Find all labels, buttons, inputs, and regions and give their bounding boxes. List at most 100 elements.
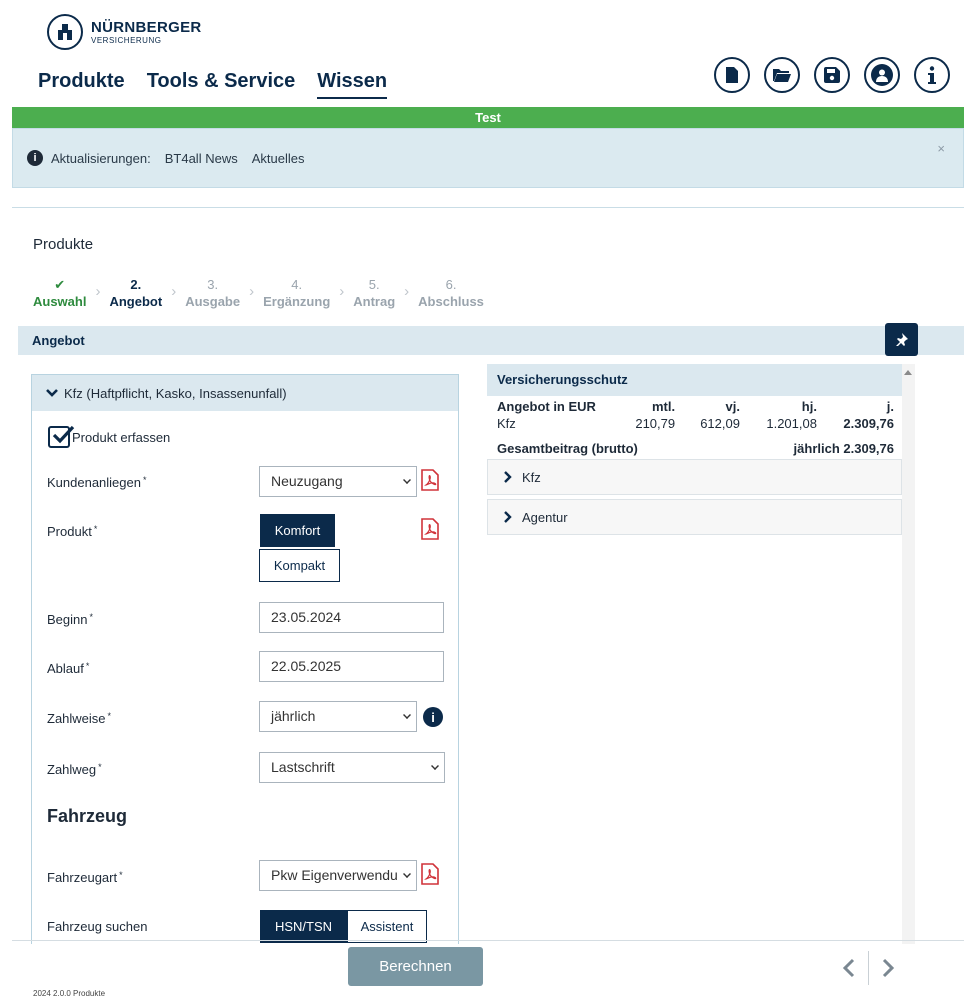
coverage-title: Versicherungsschutz xyxy=(487,364,902,396)
pdf-icon[interactable] xyxy=(421,518,439,540)
close-icon[interactable]: × xyxy=(937,141,945,156)
produkt-option-komfort[interactable]: Komfort xyxy=(260,514,335,547)
step-label: Ergänzung xyxy=(263,294,331,309)
label-ablauf: Ablauf * xyxy=(47,661,90,676)
chevron-down-icon xyxy=(431,762,439,770)
chevron-down-icon xyxy=(403,870,411,878)
step-number: 3. xyxy=(207,277,219,292)
fahrzeugart-select[interactable]: Pkw Eigenverwendu xyxy=(259,860,417,891)
produkt-option-kompakt[interactable]: Kompakt xyxy=(259,549,340,582)
zahlweise-value: jährlich xyxy=(271,708,316,724)
chevron-right-icon xyxy=(504,471,512,483)
chevron-right-icon: › xyxy=(95,283,101,300)
chevron-right-icon[interactable] xyxy=(881,958,895,978)
label-beginn: Beginn * xyxy=(47,612,93,627)
chevron-right-icon: › xyxy=(404,283,410,300)
product-panel-title: Kfz (Haftpflicht, Kasko, Insassenunfall) xyxy=(64,385,287,401)
checkbox-label: Produkt erfassen xyxy=(72,429,171,445)
chevron-right-icon: › xyxy=(339,283,345,300)
fahrzeug-suchen-assistent[interactable]: Assistent xyxy=(347,910,427,943)
step-antrag[interactable]: 5. Antrag xyxy=(353,276,395,310)
label-fahrzeugart: Fahrzeugart * xyxy=(47,870,123,885)
pin-button[interactable] xyxy=(885,323,918,356)
berechnen-button[interactable]: Berechnen xyxy=(348,947,483,986)
produkt-erfassen-checkbox[interactable]: Produkt erfassen xyxy=(48,425,171,448)
coverage-panel: Versicherungsschutz Angebot in EUR mtl. … xyxy=(487,364,902,535)
step-number: 4. xyxy=(291,277,303,292)
updates-info-bar: i Aktualisierungen: BT4all News Aktuelle… xyxy=(12,128,964,188)
toolbar-icons xyxy=(714,57,950,93)
pdf-icon[interactable] xyxy=(421,469,439,491)
footer-divider xyxy=(12,940,964,941)
step-ergaenzung[interactable]: 4. Ergänzung xyxy=(263,276,330,310)
nav-item-produkte[interactable]: Produkte xyxy=(38,70,125,99)
step-label: Angebot xyxy=(109,294,163,309)
brand-logo[interactable]: NÜRNBERGER VERSICHERUNG xyxy=(47,14,202,50)
pager-divider xyxy=(868,951,869,985)
chevron-down-icon xyxy=(403,711,411,719)
label-kundenanliegen: Kundenanliegen * xyxy=(47,475,147,490)
table-row: Kfz 210,79 612,09 1.201,08 2.309,76 xyxy=(487,415,902,431)
col-header: mtl. xyxy=(651,398,676,414)
save-icon[interactable] xyxy=(814,57,850,93)
step-label: Abschluss xyxy=(418,294,484,309)
col-header: hj. xyxy=(801,398,817,414)
pager xyxy=(842,951,895,985)
chevron-right-icon: › xyxy=(249,283,255,300)
step-ausgabe[interactable]: 3. Ausgabe xyxy=(185,276,240,310)
divider xyxy=(12,207,964,208)
section-header-angebot: Angebot xyxy=(18,323,964,356)
chevron-right-icon: › xyxy=(171,283,177,300)
new-file-icon[interactable] xyxy=(714,57,750,93)
user-icon[interactable] xyxy=(864,57,900,93)
chevron-down-icon xyxy=(46,388,58,397)
step-number: 6. xyxy=(445,277,457,292)
beginn-date-input[interactable]: 23.05.2024 xyxy=(259,602,444,633)
table-cell: Kfz xyxy=(497,415,516,431)
fahrzeug-suchen-hsn-tsn[interactable]: HSN/TSN xyxy=(260,910,347,943)
step-auswahl[interactable]: ✔ Auswahl xyxy=(33,276,86,310)
fahrzeug-heading: Fahrzeug xyxy=(47,806,128,826)
step-label: Antrag xyxy=(353,294,396,309)
label-produkt: Produkt * xyxy=(47,524,98,539)
table-cell: 1.201,08 xyxy=(766,415,817,431)
kundenanliegen-value: Neuzugang xyxy=(271,473,343,489)
page-title: Produkte xyxy=(33,236,94,253)
link-bt4all-news[interactable]: BT4all News xyxy=(165,151,238,166)
pdf-icon[interactable] xyxy=(421,863,439,885)
accordion-agentur[interactable]: Agentur xyxy=(487,499,902,535)
ablauf-date-input[interactable]: 22.05.2025 xyxy=(259,651,444,682)
nav-item-wissen[interactable]: Wissen xyxy=(317,70,388,99)
test-environment-banner: Test xyxy=(12,107,964,128)
info-circle-icon[interactable]: i xyxy=(423,707,443,727)
link-aktuelles[interactable]: Aktuelles xyxy=(252,151,305,166)
zahlweg-select[interactable]: Lastschrift xyxy=(259,752,445,783)
step-label: Ausgabe xyxy=(185,294,241,309)
info-icon[interactable] xyxy=(914,57,950,93)
pin-icon xyxy=(896,333,908,346)
accordion-label: Kfz xyxy=(522,469,541,485)
chevron-right-icon xyxy=(504,511,512,523)
scroll-up-arrow-icon[interactable] xyxy=(904,370,912,375)
product-panel-header[interactable]: Kfz (Haftpflicht, Kasko, Insassenunfall) xyxy=(32,375,458,411)
chevron-left-icon[interactable] xyxy=(842,958,856,978)
table-cell: 2.309,76 xyxy=(843,415,894,431)
accordion-kfz[interactable]: Kfz xyxy=(487,459,902,495)
checkbox-checked-icon xyxy=(48,425,75,448)
step-abschluss[interactable]: 6. Abschluss xyxy=(418,276,484,310)
brand-logo-icon xyxy=(47,14,83,50)
step-number: 5. xyxy=(368,277,380,292)
scrollbar[interactable] xyxy=(902,364,915,944)
section-title: Angebot xyxy=(32,333,85,348)
version-label: 2024 2.0.0 Produkte xyxy=(33,989,106,998)
zahlweise-select[interactable]: jährlich xyxy=(259,701,417,732)
zahlweg-value: Lastschrift xyxy=(271,759,335,775)
fahrzeugart-value: Pkw Eigenverwendu xyxy=(271,867,398,883)
step-angebot[interactable]: 2. Angebot xyxy=(109,276,162,310)
open-folder-icon[interactable] xyxy=(764,57,800,93)
premium-table: Angebot in EUR mtl. vj. hj. j. Kfz 210,7… xyxy=(487,397,902,431)
kundenanliegen-select[interactable]: Neuzugang xyxy=(259,466,417,497)
col-header: vj. xyxy=(725,398,740,414)
nav-item-tools-service[interactable]: Tools & Service xyxy=(147,70,296,99)
total-premium: Gesamtbeitrag (brutto) jährlich 2.309,76 xyxy=(487,441,902,456)
